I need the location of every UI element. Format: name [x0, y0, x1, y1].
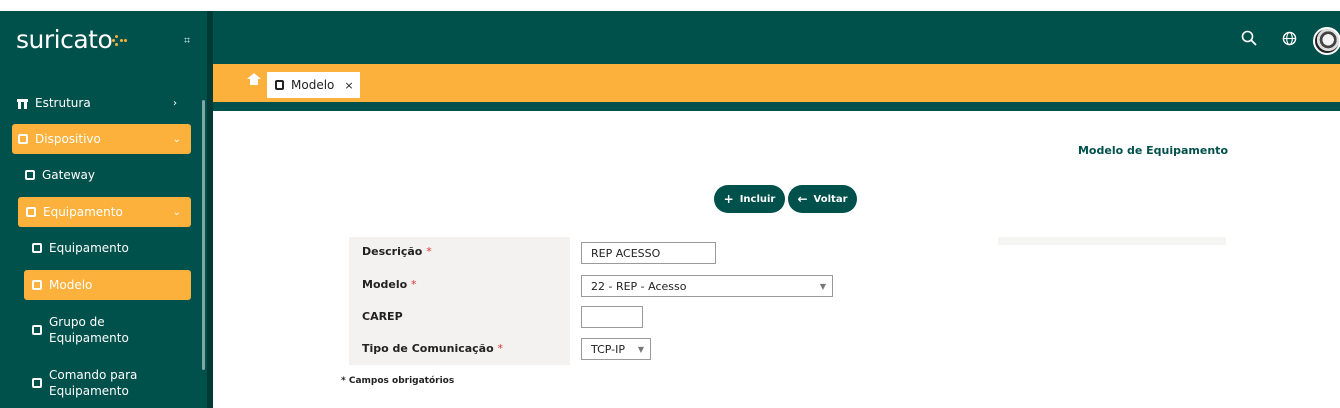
chevron-down-icon: ⌄: [172, 206, 181, 218]
device-icon: [18, 134, 28, 144]
sidebar-item-label: Estrutura: [35, 96, 91, 110]
logo-dots-icon: [112, 34, 128, 48]
home-icon[interactable]: [247, 73, 261, 88]
sidebar-item-modelo[interactable]: Modelo: [24, 270, 191, 300]
globe-icon[interactable]: [1282, 31, 1297, 50]
device-icon: [32, 378, 42, 388]
device-icon: [32, 280, 42, 290]
search-icon[interactable]: [1241, 30, 1257, 50]
plus-icon: +: [723, 192, 734, 206]
sidebar-item-label: Equipamento: [49, 241, 129, 255]
required-fields-note: * Campos obrigatórios: [341, 376, 455, 386]
device-icon: [26, 207, 36, 217]
arrow-left-icon: ←: [797, 192, 808, 206]
sidebar-item-label: Dispositivo: [35, 132, 101, 146]
close-icon[interactable]: ×: [344, 79, 353, 92]
device-icon: [32, 325, 42, 335]
side-strip: [998, 237, 1226, 245]
chevron-down-icon: ⌄: [172, 133, 181, 145]
sidebar-item-label: Gateway: [42, 168, 96, 182]
descricao-label: Descrição *: [362, 245, 432, 258]
dropdown-arrow-icon: ▼: [637, 345, 644, 354]
top-header: [213, 11, 1340, 64]
brand-logo[interactable]: suricato: [16, 25, 128, 54]
add-button[interactable]: + Incluir: [714, 185, 785, 213]
user-avatar[interactable]: [1313, 27, 1340, 55]
sidebar-item-gateway[interactable]: Gateway: [25, 167, 185, 183]
sidebar-item-dispositivo[interactable]: Dispositivo ⌄: [12, 124, 191, 154]
carep-label: CAREP: [362, 310, 403, 323]
tab-modelo[interactable]: Modelo ×: [267, 72, 360, 98]
sidebar-item-grupo-de-equipamento[interactable]: Grupo de Equipamento: [32, 313, 182, 347]
modelo-select[interactable]: 22 - REP - Acesso ▼: [581, 275, 833, 297]
sidebar-item-comando-para-equipamento[interactable]: Comando para Equipamento: [32, 366, 182, 400]
sidebar-item-label: Grupo de Equipamento: [49, 315, 129, 345]
tab-bar: Modelo ×: [213, 64, 1340, 111]
sidebar-item-equipamento-group[interactable]: Equipamento ⌄: [18, 197, 191, 227]
sidebar-scrollbar[interactable]: [202, 100, 205, 370]
structure-icon: [17, 98, 28, 109]
tipo-comunicacao-select[interactable]: TCP-IP ▼: [581, 338, 651, 360]
sidebar-item-estrutura[interactable]: Estrutura ›: [17, 95, 187, 111]
sidebar-item-label: Comando para Equipamento: [49, 368, 138, 398]
dropdown-arrow-icon: ▼: [819, 282, 826, 291]
top-strip: [0, 0, 1340, 11]
sidebar-item-equipamento[interactable]: Equipamento: [32, 240, 182, 256]
back-button[interactable]: ← Voltar: [788, 185, 857, 213]
device-icon: [25, 170, 35, 180]
modelo-label: Modelo *: [362, 278, 417, 291]
tab-label: Modelo: [291, 78, 335, 92]
page-title: Modelo de Equipamento: [1077, 144, 1228, 157]
sidebar-item-label: Modelo: [49, 278, 93, 292]
collapse-sidebar-icon[interactable]: ⌗: [184, 34, 190, 48]
tipo-comunicacao-label: Tipo de Comunicação *: [362, 342, 504, 355]
sidebar-item-label: Equipamento: [43, 205, 123, 219]
device-icon: [275, 80, 284, 90]
chevron-right-icon: ›: [173, 97, 177, 109]
descricao-input[interactable]: REP ACESSO: [581, 242, 716, 264]
device-icon: [32, 243, 42, 253]
carep-input[interactable]: [581, 306, 643, 328]
